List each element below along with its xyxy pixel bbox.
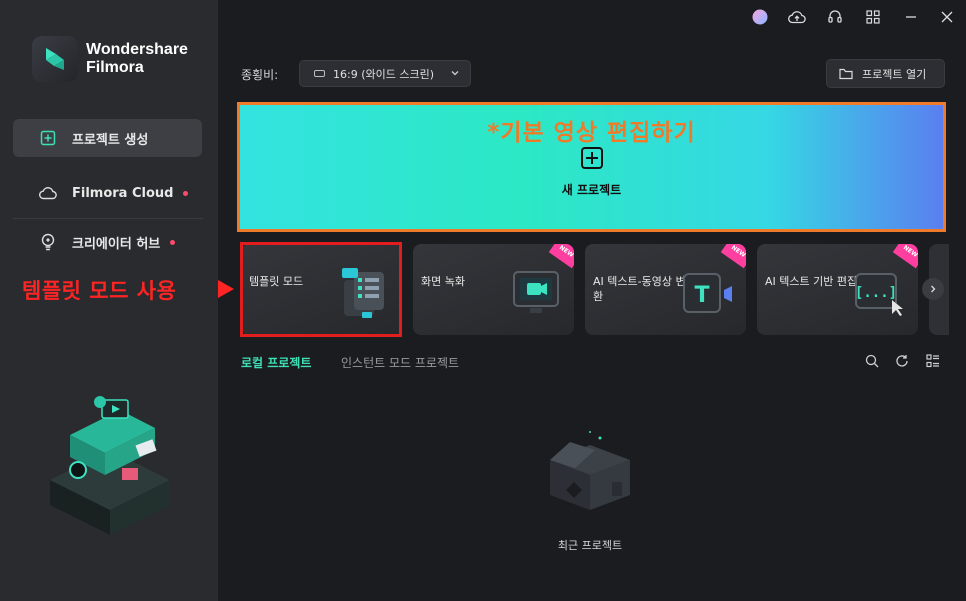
tab-instant-mode-projects[interactable]: 인스턴트 모드 프로젝트: [341, 354, 459, 371]
grid-icon[interactable]: [864, 8, 882, 26]
filmora-logo-icon: [32, 36, 78, 82]
text-to-video-icon: T: [683, 273, 732, 313]
next-cards-button[interactable]: [922, 278, 944, 300]
card-ai-text-to-video[interactable]: NEW AI 텍스트-동영상 변환 T: [585, 244, 746, 335]
basic-editing-annotation: *기본 영상 편집하기: [487, 120, 696, 146]
sidebar-divider: [13, 218, 203, 219]
notification-dot: [183, 190, 189, 196]
new-project-banner[interactable]: *기본 영상 편집하기 새 프로젝트: [237, 102, 946, 232]
card-label: AI 텍스트 기반 편집: [765, 275, 858, 288]
list-view-icon[interactable]: [925, 353, 941, 369]
app-logo: Wondershare Filmora: [32, 36, 188, 82]
chevron-down-icon: [450, 68, 460, 81]
sidebar-item-label: Filmora Cloud: [72, 185, 174, 201]
brand-line1: Wondershare: [86, 41, 188, 58]
brand-line2: Filmora: [86, 59, 144, 76]
arrow-right-icon: [218, 280, 234, 298]
new-project-icon: [38, 128, 58, 148]
close-icon[interactable]: [938, 8, 956, 26]
text-editing-icon: [...]: [855, 273, 903, 316]
creator-illustration: [50, 396, 170, 535]
plus-icon: [581, 147, 603, 169]
sidebar-item-creator-hub[interactable]: 크리에이터 허브: [13, 223, 202, 261]
lightbulb-icon: [38, 232, 58, 252]
sidebar-item-new-project[interactable]: 프로젝트 생성: [13, 119, 202, 157]
card-ai-text-based-editing[interactable]: NEW AI 텍스트 기반 편집 [...]: [757, 244, 918, 335]
sidebar-item-filmora-cloud[interactable]: Filmora Cloud: [13, 174, 202, 212]
screen-record-icon: [513, 271, 559, 313]
profile-avatar-icon[interactable]: [751, 8, 769, 26]
headset-icon[interactable]: [826, 8, 844, 26]
cloud-icon: [38, 183, 58, 203]
open-project-label: 프로젝트 열기: [862, 67, 927, 81]
card-label: 화면 녹화: [421, 275, 465, 288]
new-project-label: 새 프로젝트: [561, 183, 622, 197]
template-mode-annotation: 템플릿 모드 사용: [22, 279, 177, 303]
open-project-button[interactable]: 프로젝트 열기: [826, 59, 945, 88]
refresh-icon[interactable]: [894, 353, 910, 369]
chevron-right-icon: [931, 285, 936, 293]
card-screen-recording[interactable]: NEW 화면 녹화: [413, 244, 574, 335]
notification-dot: [170, 239, 176, 245]
screen-ratio-icon: [314, 70, 325, 77]
tab-local-projects[interactable]: 로컬 프로젝트: [241, 354, 311, 371]
aspect-ratio-value: 16:9 (와이드 스크린): [333, 67, 434, 81]
minimize-icon[interactable]: [902, 8, 920, 26]
svg-text:T: T: [694, 283, 709, 308]
template-mode-highlight: [240, 242, 402, 337]
folder-icon: [839, 68, 853, 79]
cloud-upload-icon[interactable]: [788, 8, 806, 26]
aspect-ratio-label: 종횡비:: [241, 68, 279, 82]
empty-box-icon: [550, 431, 630, 510]
sidebar-item-label: 프로젝트 생성: [72, 132, 149, 148]
aspect-ratio-dropdown[interactable]: 16:9 (와이드 스크린): [299, 60, 471, 87]
svg-text:[...]: [...]: [855, 285, 897, 301]
recent-projects-label: 최근 프로젝트: [557, 539, 623, 552]
search-icon[interactable]: [864, 353, 880, 369]
card-label: AI 텍스트-동영상 변환: [593, 275, 686, 303]
sidebar-item-label: 크리에이터 허브: [72, 236, 161, 252]
